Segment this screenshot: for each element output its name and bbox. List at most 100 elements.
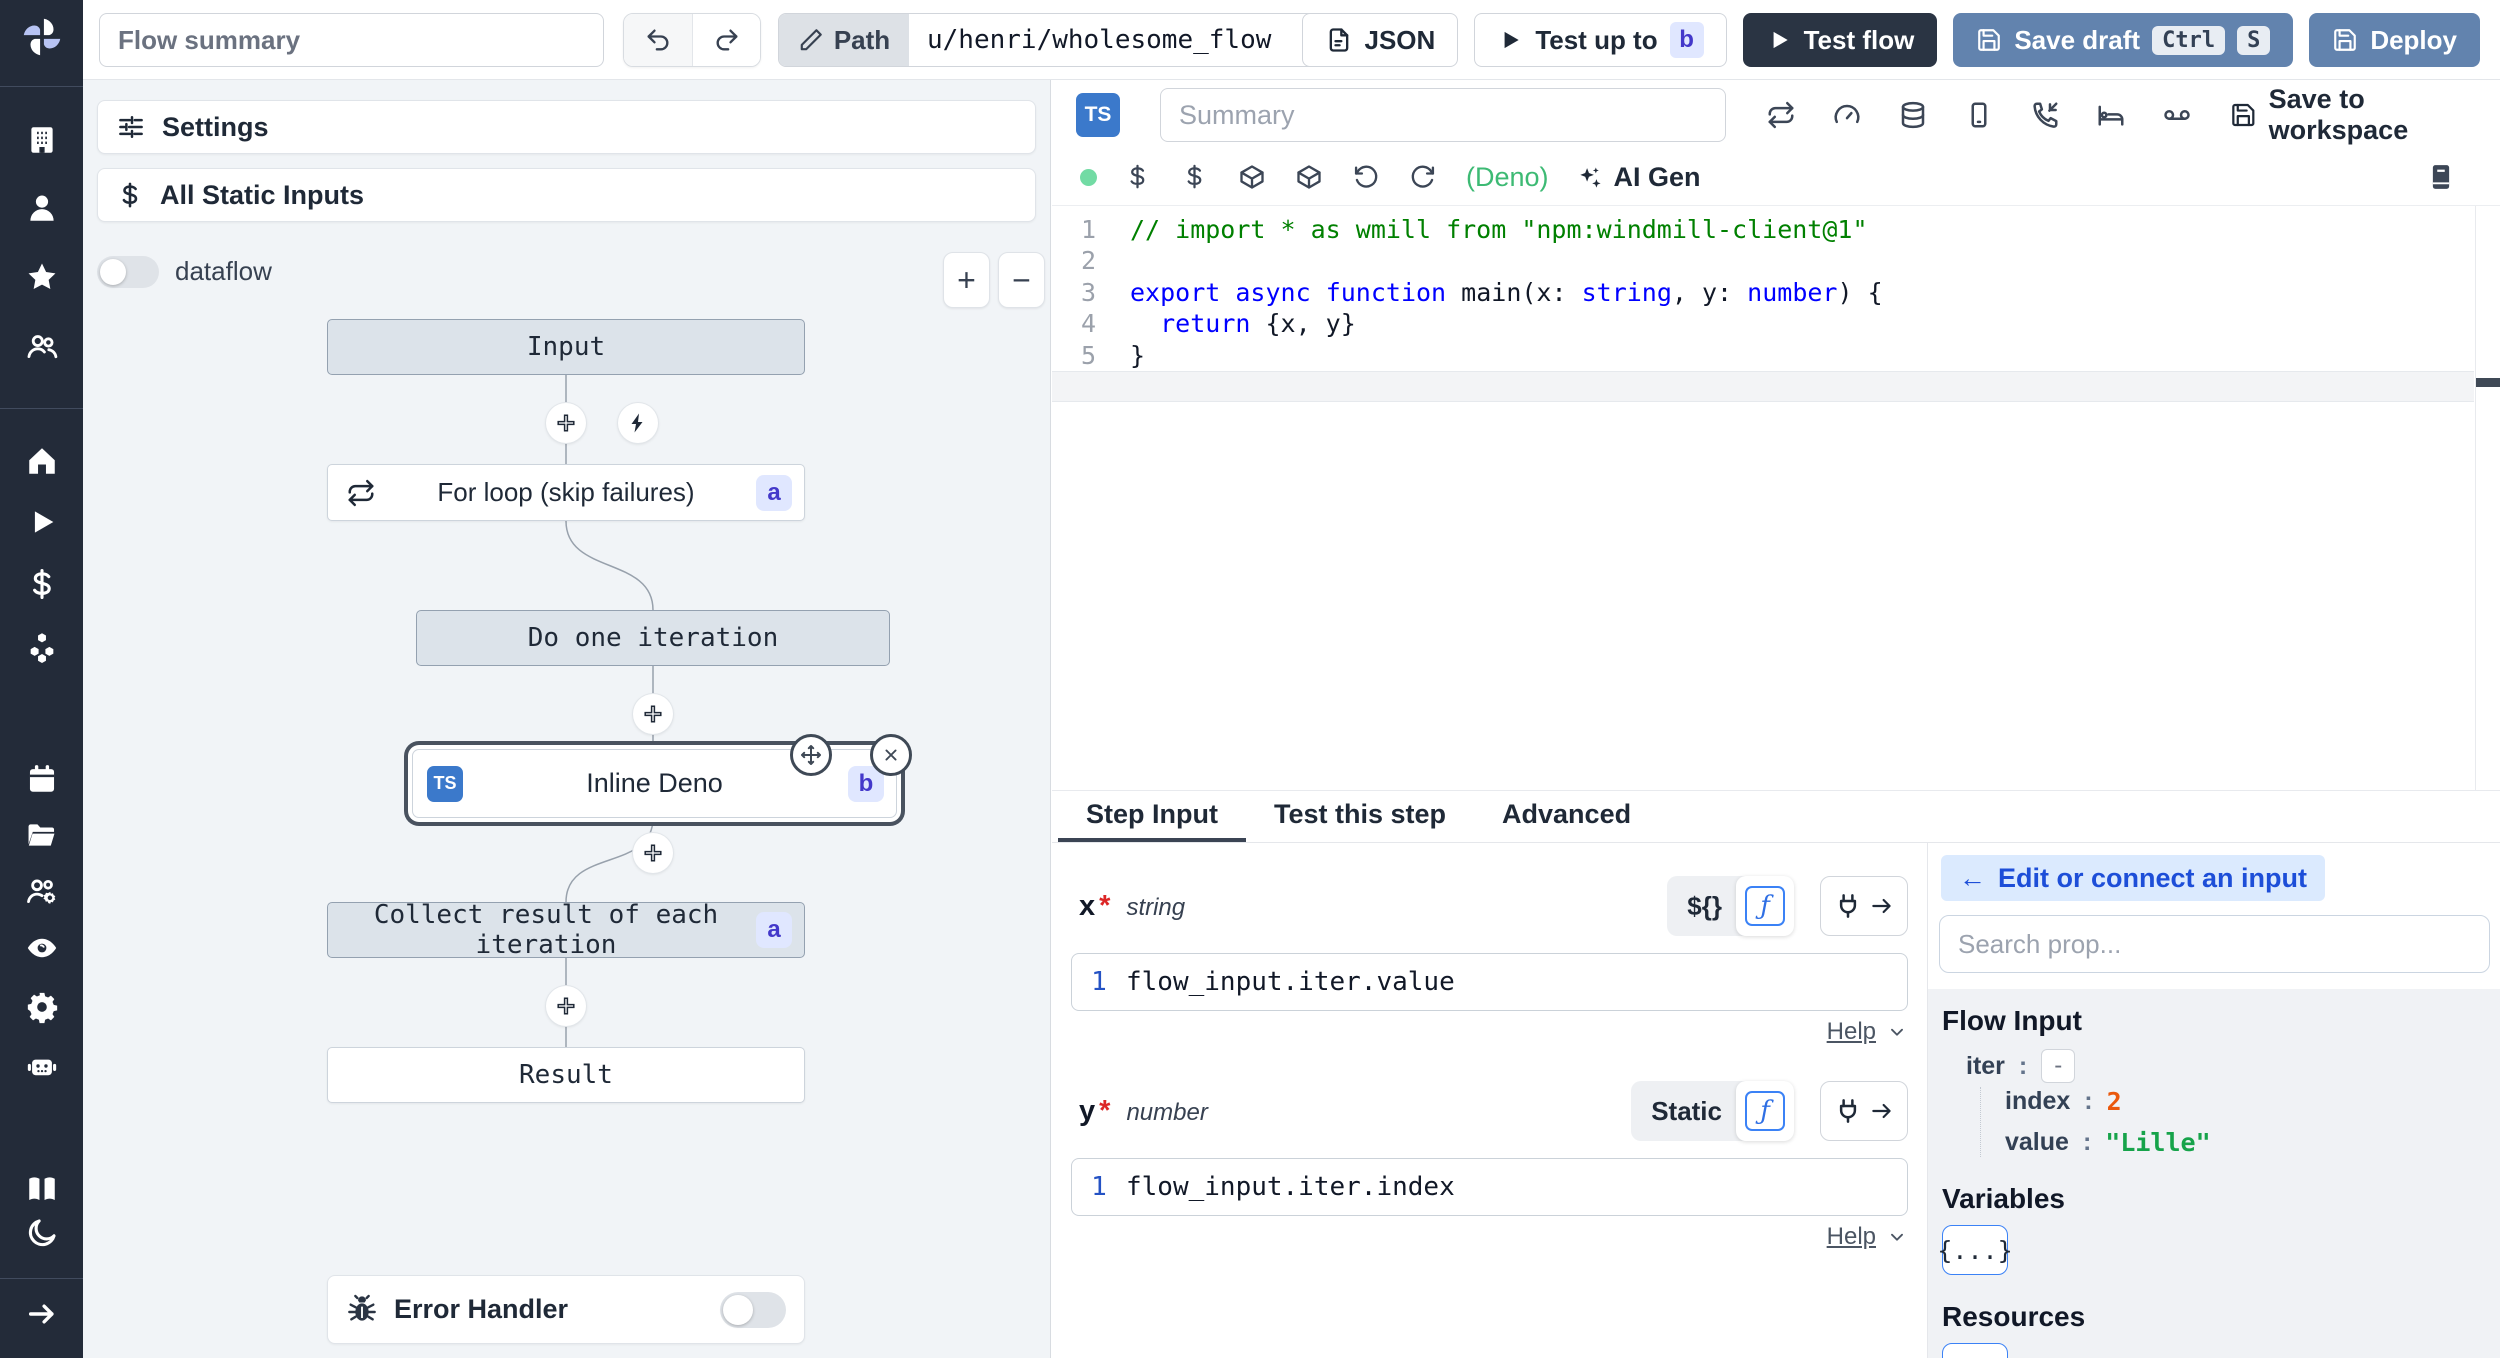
users-group-icon[interactable] — [25, 329, 59, 363]
flow-node-do-one-iteration[interactable]: Do one iteration — [416, 610, 890, 666]
early-stop-gauge-icon[interactable] — [1832, 100, 1862, 130]
settings-gear-icon[interactable] — [25, 990, 59, 1024]
add-variable-dollar-icon[interactable] — [1124, 163, 1154, 193]
arg-x-connect-button[interactable] — [1820, 876, 1908, 936]
flow-summary-input[interactable] — [99, 13, 604, 67]
json-button[interactable]: JSON — [1301, 13, 1459, 67]
save-to-workspace-button[interactable]: Save to workspace — [2230, 80, 2500, 150]
save-icon — [2232, 103, 2255, 127]
add-resource-dollar-icon[interactable] — [1181, 163, 1211, 193]
sleep-bed-icon[interactable] — [2096, 100, 2126, 130]
step-summary-input[interactable] — [1160, 88, 1726, 142]
edit-or-connect-button[interactable]: ← Edit or connect an input — [1941, 855, 2325, 901]
error-handler-row[interactable]: Error Handler — [327, 1275, 805, 1344]
suspend-phone-icon[interactable] — [2030, 100, 2060, 130]
add-trigger-bolt-button[interactable] — [618, 403, 658, 443]
graph-zoom-out-button[interactable]: − — [998, 252, 1045, 308]
deno-lang-indicator[interactable]: (Deno) — [1466, 162, 1549, 193]
test-up-to-button[interactable]: Test up to b — [1474, 13, 1727, 67]
redo-button[interactable] — [692, 14, 760, 66]
concurrency-icon[interactable] — [1964, 100, 1994, 130]
runs-play-icon[interactable] — [25, 505, 59, 539]
cache-database-icon[interactable] — [1898, 100, 1928, 130]
add-step-button[interactable] — [546, 986, 586, 1026]
save-draft-button[interactable]: Save draft Ctrl S — [1953, 13, 2294, 67]
user-icon[interactable] — [25, 191, 59, 225]
package-icon[interactable] — [1238, 163, 1268, 193]
home-icon[interactable] — [25, 444, 59, 478]
variables-object-button[interactable]: {...} — [1937, 1225, 2013, 1275]
variables-dollar-icon[interactable] — [25, 567, 59, 601]
library-book-icon[interactable] — [2426, 162, 2456, 192]
flow-settings-button[interactable]: Settings — [97, 100, 1036, 154]
tab-test-this-step[interactable]: Test this step — [1246, 791, 1474, 842]
arg-x-mode-toggle[interactable]: ${} ƒ — [1667, 876, 1794, 936]
ai-gen-button[interactable]: AI Gen — [1576, 162, 1701, 193]
add-step-button[interactable] — [633, 833, 673, 873]
resources-object-button[interactable]: {...} — [1937, 1343, 2013, 1358]
resources-boxes-icon[interactable] — [25, 631, 59, 665]
flow-node-forloop[interactable]: For loop (skip failures) a — [327, 464, 805, 521]
save-icon — [2334, 29, 2357, 51]
s-key-badge: S — [2237, 25, 2271, 55]
template-mode-option[interactable]: ${} — [1687, 891, 1722, 922]
monaco-code-editor[interactable]: 123456 // import * as wmill from "npm:wi… — [1052, 206, 2500, 790]
prop-row-value[interactable]: value : "Lille" — [2005, 1128, 2486, 1157]
editor-toolbar: (Deno) AI Gen — [1052, 150, 2500, 206]
schedules-calendar-icon[interactable] — [25, 762, 59, 796]
resources-title: Resources — [1942, 1301, 2086, 1332]
flow-node-inline-deno-selected[interactable]: TS Inline Deno b — [412, 734, 912, 818]
search-prop-input[interactable] — [1939, 915, 2490, 973]
all-static-inputs-button[interactable]: All Static Inputs — [97, 168, 1036, 222]
delete-node-icon[interactable] — [870, 734, 912, 776]
arg-y-expression-input[interactable]: 1 flow_input.iter.index — [1071, 1158, 1908, 1216]
workers-users-cog-icon[interactable] — [25, 874, 59, 908]
error-handler-toggle[interactable] — [720, 1291, 786, 1328]
arg-x-expression-input[interactable]: 1 flow_input.iter.value — [1071, 953, 1908, 1011]
prop-row-iter[interactable]: iter : - — [1942, 1049, 2486, 1083]
chevron-down-icon — [1891, 1233, 1903, 1241]
test-flow-button[interactable]: Test flow — [1742, 13, 1938, 67]
prop-tree: Flow Input iter : - index : 2 value : "L… — [1928, 989, 2500, 1358]
flow-node-input[interactable]: Input — [327, 319, 805, 375]
collapse-toggle[interactable]: - — [2041, 1049, 2076, 1083]
arg-y-help[interactable]: Help — [1071, 1220, 1908, 1254]
expand-sidebar-arrow-icon[interactable] — [25, 1297, 59, 1331]
add-step-button[interactable] — [633, 694, 673, 734]
arrow-right-icon — [1872, 898, 1891, 914]
graph-zoom-in-button[interactable]: + — [943, 252, 990, 308]
mock-voicemail-icon[interactable] — [2162, 100, 2192, 130]
plug-icon — [1839, 1099, 1857, 1123]
tab-step-input[interactable]: Step Input — [1058, 791, 1246, 842]
arg-y-connect-button[interactable] — [1820, 1081, 1908, 1141]
folders-icon[interactable] — [25, 818, 59, 852]
dataflow-toggle[interactable] — [97, 256, 159, 288]
javascript-mode-option[interactable]: ƒ — [1736, 876, 1794, 936]
flow-node-collect-result[interactable]: Collect result of each iteration a — [327, 900, 805, 960]
prop-row-index[interactable]: index : 2 — [2005, 1087, 2486, 1116]
reset-rotate-ccw-icon[interactable] — [1352, 163, 1382, 193]
arg-y-mode-toggle[interactable]: Static ƒ — [1631, 1081, 1794, 1141]
package-icon[interactable] — [1295, 163, 1325, 193]
undo-button[interactable] — [624, 14, 692, 66]
arg-x-help[interactable]: Help — [1071, 1015, 1908, 1049]
star-icon[interactable] — [25, 260, 59, 294]
move-node-icon[interactable] — [790, 734, 832, 776]
static-mode-option[interactable]: Static — [1651, 1096, 1722, 1127]
dollar-icon — [122, 182, 138, 208]
reload-refresh-icon[interactable] — [1409, 163, 1439, 193]
add-step-button[interactable] — [546, 403, 586, 443]
javascript-mode-option[interactable]: ƒ — [1736, 1081, 1794, 1141]
workspace-building-icon[interactable] — [25, 123, 59, 157]
audit-eye-icon[interactable] — [25, 931, 59, 965]
ai-robot-icon[interactable] — [25, 1049, 59, 1083]
retries-icon[interactable] — [1766, 100, 1796, 130]
dark-mode-moon-icon[interactable] — [25, 1216, 59, 1250]
flow-node-result[interactable]: Result — [327, 1047, 805, 1103]
tab-advanced[interactable]: Advanced — [1474, 791, 1659, 842]
flow-input-title: Flow Input — [1942, 1005, 2082, 1036]
deploy-button[interactable]: Deploy — [2309, 13, 2480, 67]
docs-book-icon[interactable] — [25, 1172, 59, 1206]
windmill-logo-icon[interactable] — [19, 14, 65, 60]
code-editor-panel: TS Save to workspace (Deno) AI Gen — [1052, 80, 2500, 790]
